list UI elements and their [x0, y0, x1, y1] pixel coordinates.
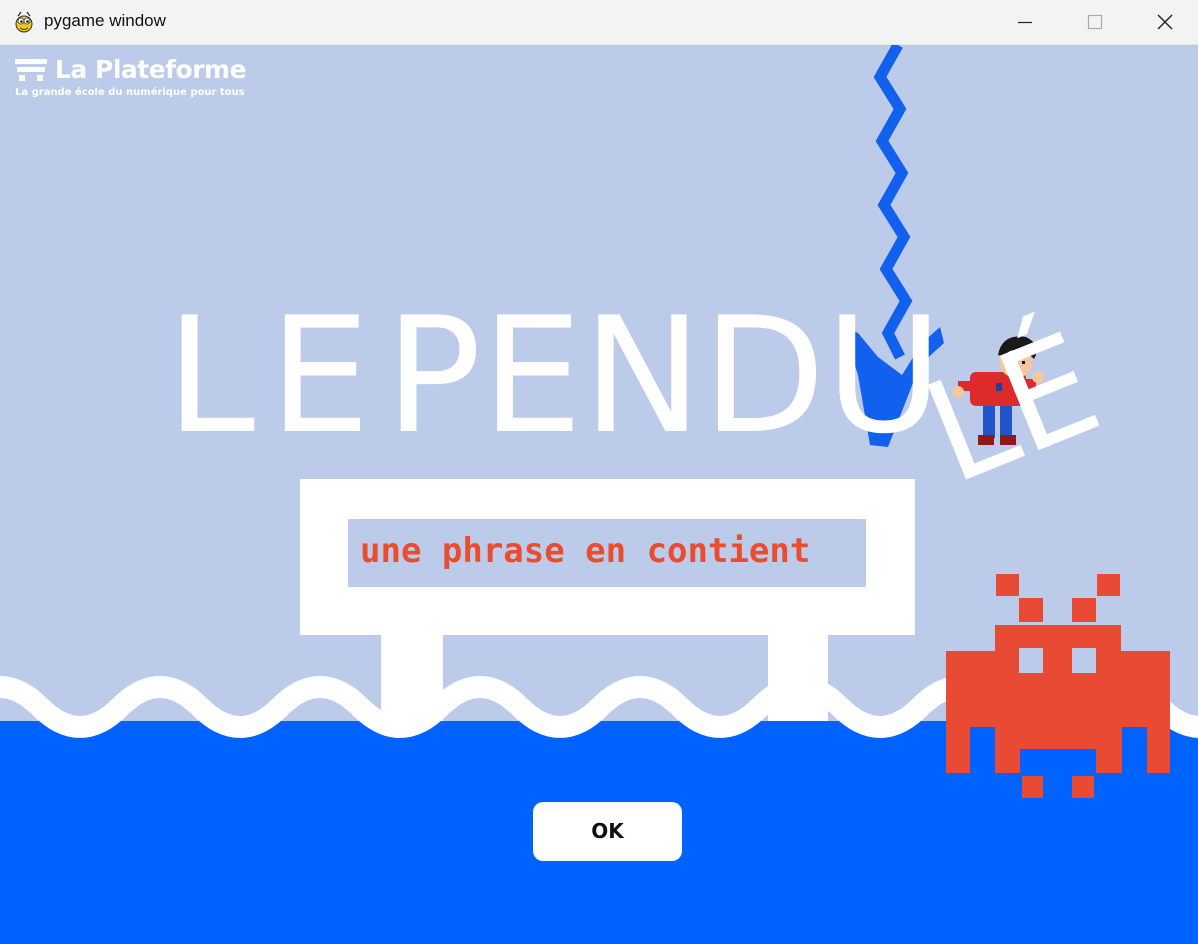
- logo-name: La Plateforme: [55, 55, 247, 84]
- pygame-snake-icon: [15, 11, 33, 33]
- minimize-icon: [1018, 21, 1032, 24]
- logo-tagline: La grande école du numérique pour tous: [15, 87, 245, 98]
- maximize-icon: [1087, 14, 1103, 30]
- game-title-pendu: PENDU: [385, 282, 943, 469]
- ok-button[interactable]: OK: [533, 802, 682, 861]
- game-canvas[interactable]: La Plateforme La grande école du numériq…: [0, 45, 1198, 944]
- maximize-button[interactable]: [1060, 0, 1130, 44]
- close-button[interactable]: [1130, 0, 1198, 44]
- phrase-text: une phrase en contient: [360, 531, 811, 571]
- game-title-le: LE: [166, 282, 385, 469]
- pygame-window: pygame window La Plateforme La grande éc…: [0, 0, 1198, 944]
- la-plateforme-logo-icon: [15, 59, 47, 81]
- phrase-box: une phrase en contient: [348, 519, 866, 587]
- title-bar[interactable]: pygame window: [0, 0, 1198, 45]
- window-title: pygame window: [44, 11, 166, 30]
- minimize-button[interactable]: [990, 0, 1060, 44]
- close-icon: [1157, 14, 1173, 30]
